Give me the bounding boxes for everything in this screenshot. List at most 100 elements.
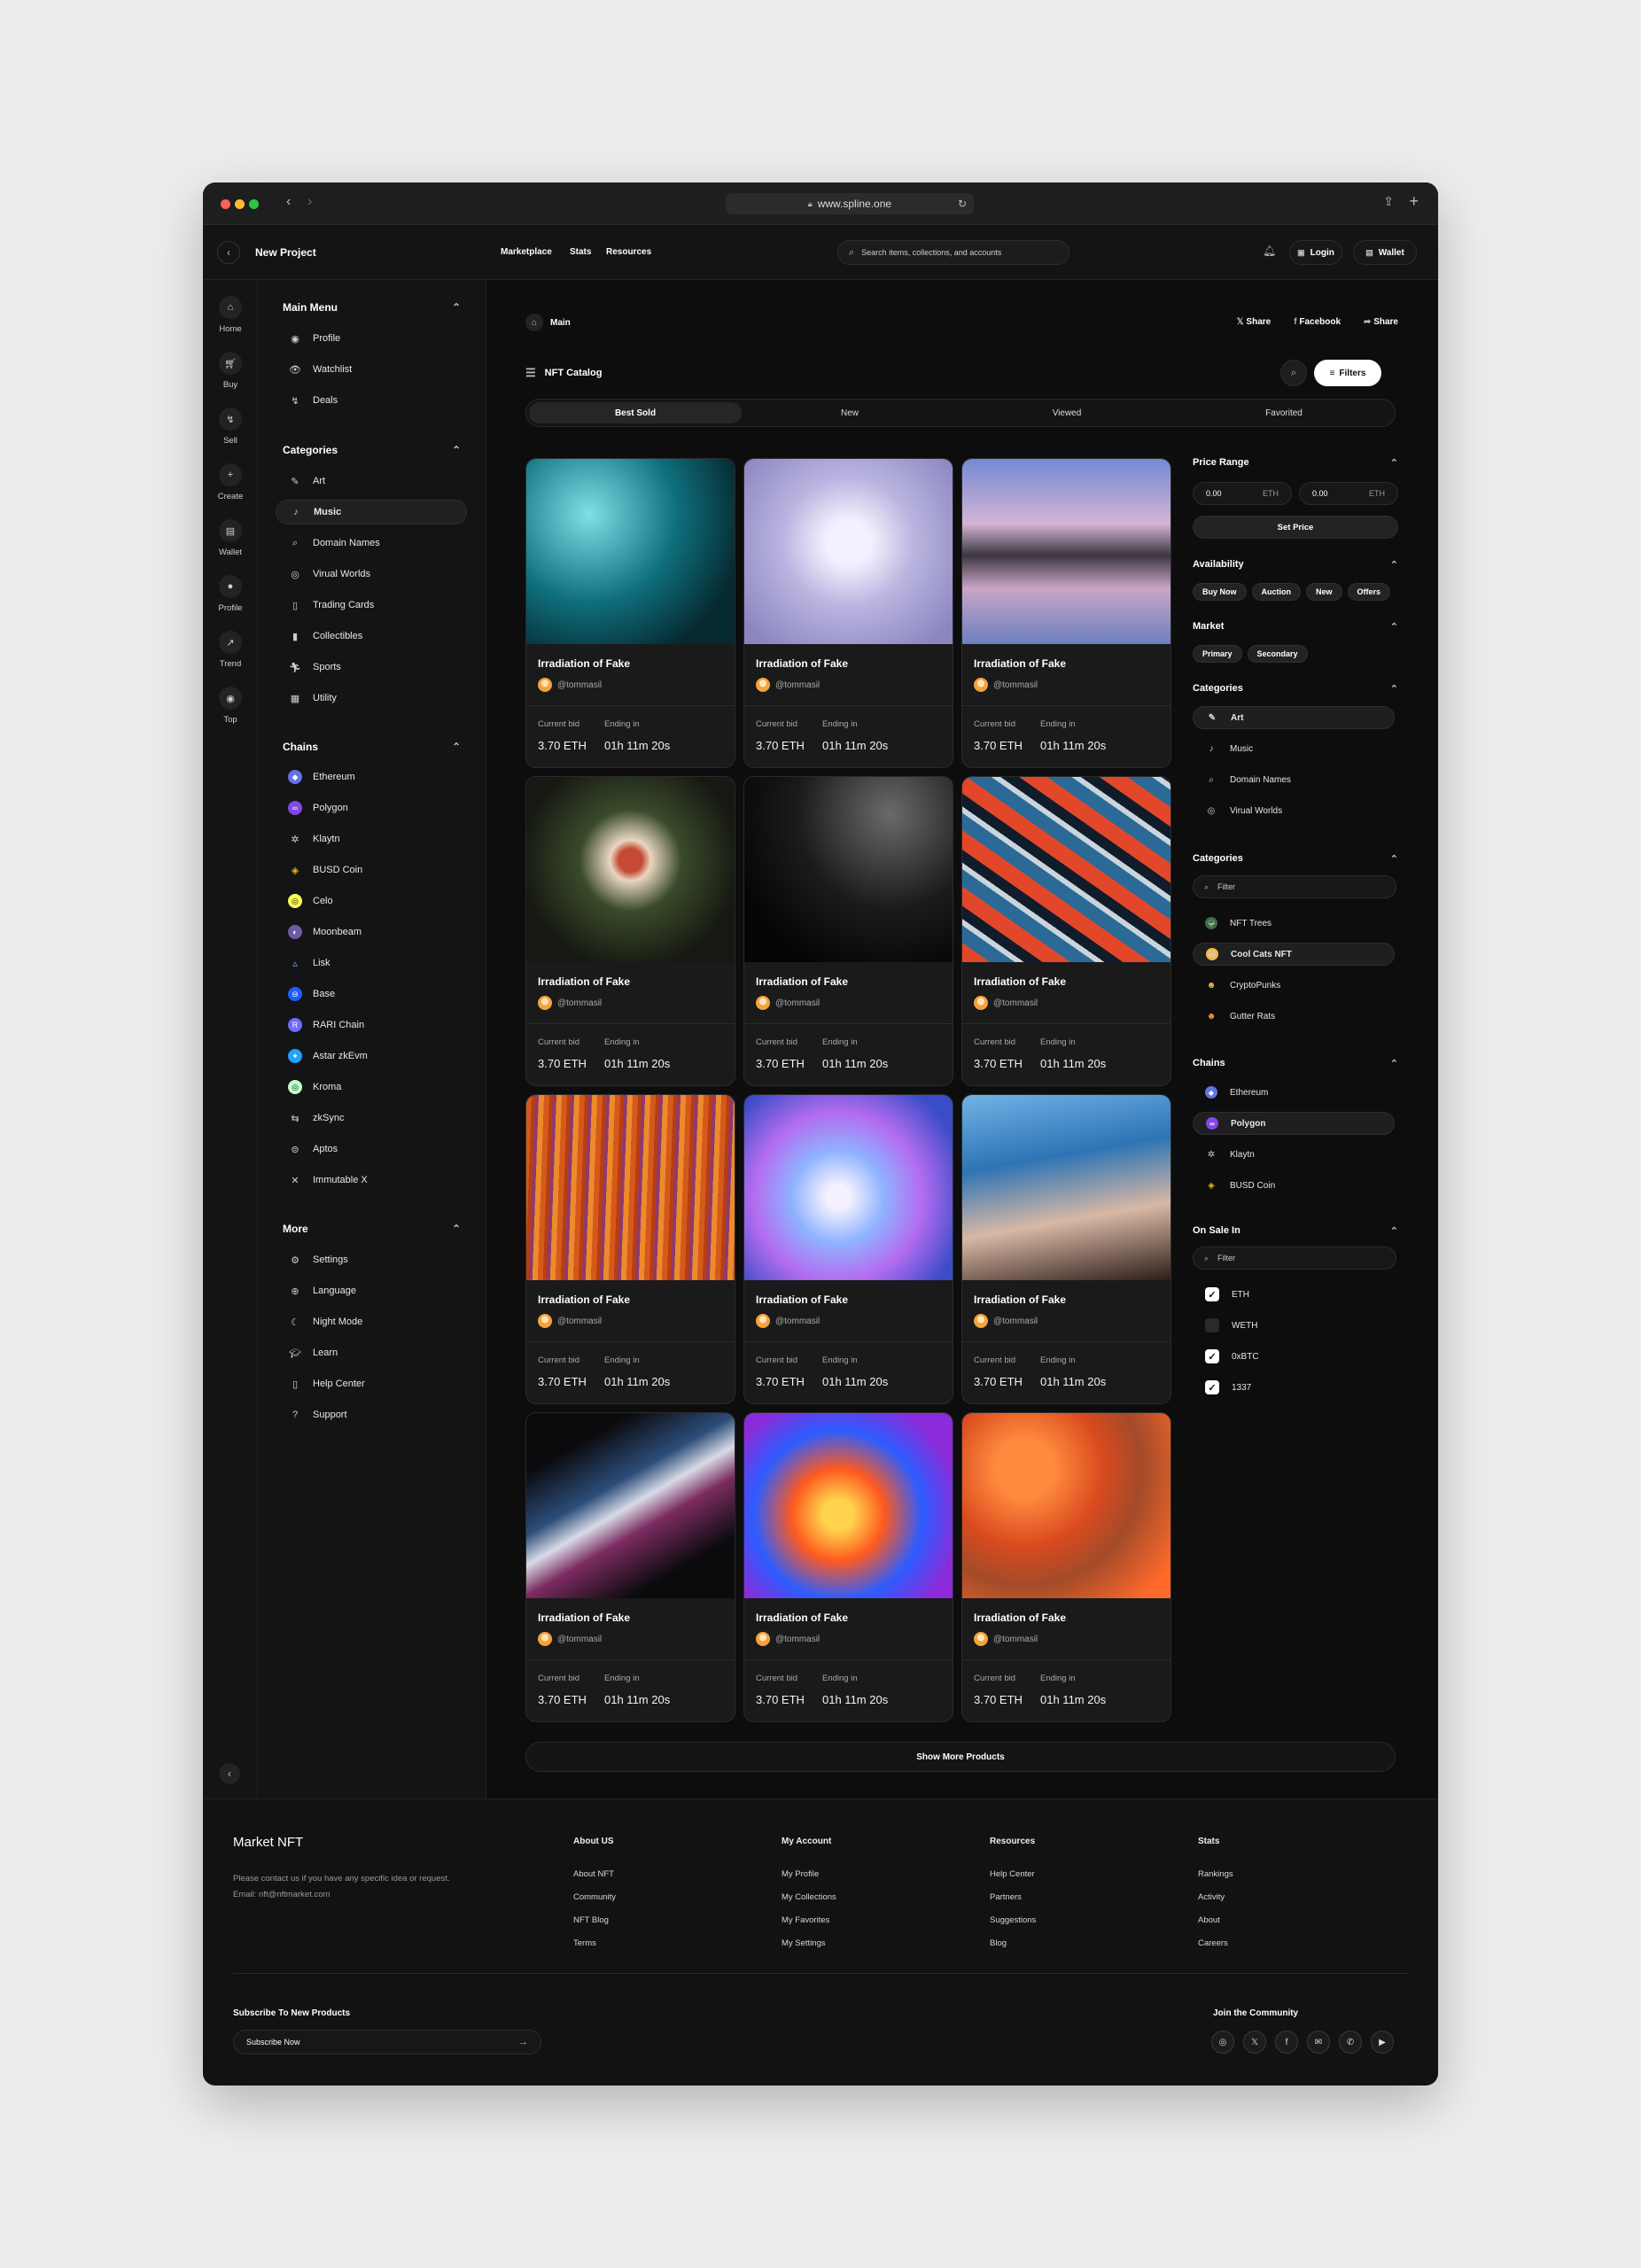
footer-link[interactable]: Blog	[990, 1938, 1036, 1948]
nft-card[interactable]: Irradiation of Fake @tommasil Current bid E…	[961, 1412, 1171, 1722]
more-header[interactable]: More ⌃	[283, 1223, 461, 1235]
filter-category-virtual-worlds[interactable]: ◎ Virual Worlds	[1193, 799, 1395, 822]
sidebar-item-language[interactable]: ⊕ Language	[276, 1278, 467, 1303]
footer-link[interactable]: Partners	[990, 1892, 1036, 1902]
nft-creator[interactable]: @tommasil	[756, 1314, 820, 1328]
nft-artwork-image[interactable]	[526, 1095, 735, 1280]
collection-cryptopunks[interactable]: ☻ CryptoPunks	[1193, 974, 1395, 997]
nft-card[interactable]: Irradiation of Fake @tommasil Current bid E…	[743, 458, 953, 768]
nft-artwork-image[interactable]	[962, 1095, 1170, 1280]
nft-artwork-image[interactable]	[526, 459, 735, 644]
share-sheet-icon[interactable]: ⇪	[1383, 194, 1394, 209]
sidebar-chain-rari[interactable]: R RARI Chain	[276, 1013, 467, 1037]
nft-card[interactable]: Irradiation of Fake @tommasil Current bid E…	[961, 1094, 1171, 1404]
sidebar-item-collectibles[interactable]: ▮ Collectibles	[276, 624, 467, 649]
footer-link[interactable]: Careers	[1198, 1938, 1233, 1948]
nft-card[interactable]: Irradiation of Fake @tommasil Current bid E…	[525, 458, 735, 768]
nft-title[interactable]: Irradiation of Fake	[538, 1612, 630, 1624]
nft-card[interactable]: Irradiation of Fake @tommasil Current bid E…	[525, 1094, 735, 1404]
filter-chain-polygon[interactable]: ∞ Polygon	[1193, 1112, 1395, 1135]
collapse-back-icon[interactable]: ‹	[217, 241, 240, 264]
nft-creator[interactable]: @tommasil	[974, 996, 1038, 1010]
sidebar-chain-polygon[interactable]: ∞ Polygon	[276, 796, 467, 820]
sidebar-item-support[interactable]: ? Support	[276, 1402, 467, 1427]
breadcrumb[interactable]: ⌂ Main	[525, 314, 571, 331]
chip-buy-now[interactable]: Buy Now	[1193, 583, 1247, 601]
collapse-sidebar-icon[interactable]: ‹	[219, 1763, 240, 1784]
sidebar-item-deals[interactable]: ↯ Deals	[276, 388, 467, 413]
show-more-button[interactable]: Show More Products	[525, 1742, 1396, 1772]
nft-creator[interactable]: @tommasil	[756, 996, 820, 1010]
filter-chain-ethereum[interactable]: ◆ Ethereum	[1193, 1081, 1395, 1104]
footer-link[interactable]: My Favorites	[782, 1915, 836, 1925]
nft-artwork-image[interactable]	[962, 459, 1170, 644]
sidebar-chain-lisk[interactable]: ▵ Lisk	[276, 951, 467, 975]
sidebar-item-utility[interactable]: ▦ Utility	[276, 686, 467, 711]
nft-card[interactable]: Irradiation of Fake @tommasil Current bid E…	[525, 1412, 735, 1722]
nft-title[interactable]: Irradiation of Fake	[974, 657, 1066, 670]
sidebar-chain-ethereum[interactable]: ◆ Ethereum	[276, 765, 467, 789]
filter-collections-header[interactable]: Categories ⌃	[1193, 853, 1398, 865]
sidebar-chain-immutable[interactable]: ✕ Immutable X	[276, 1168, 467, 1192]
nft-artwork-image[interactable]	[526, 1413, 735, 1598]
nft-creator[interactable]: @tommasil	[974, 678, 1038, 692]
nft-creator[interactable]: @tommasil	[756, 678, 820, 692]
nft-title[interactable]: Irradiation of Fake	[974, 975, 1066, 988]
filter-category-music[interactable]: ♪ Music	[1193, 737, 1395, 760]
nft-artwork-image[interactable]	[744, 459, 953, 644]
nav-marketplace[interactable]: Marketplace	[501, 247, 552, 257]
checkbox-checked[interactable]: ✓	[1205, 1287, 1219, 1301]
footer-link[interactable]: Help Center	[990, 1869, 1036, 1879]
nft-title[interactable]: Irradiation of Fake	[756, 1293, 848, 1306]
nft-card[interactable]: Irradiation of Fake @tommasil Current bid E…	[961, 776, 1171, 1086]
collection-filter-input[interactable]: ⌕ Filter	[1193, 875, 1396, 898]
on-sale-weth[interactable]: WETH	[1193, 1314, 1395, 1337]
sidebar-chain-kroma[interactable]: ◎ Kroma	[276, 1075, 467, 1099]
close-window-dot[interactable]	[221, 199, 230, 209]
chip-primary[interactable]: Primary	[1193, 645, 1242, 663]
categories-header[interactable]: Categories ⌃	[283, 444, 461, 456]
price-max-input[interactable]: 0.00 ETH	[1299, 482, 1398, 505]
bell-icon[interactable]: 🔔︎	[1263, 245, 1276, 257]
nft-artwork-image[interactable]	[744, 1095, 953, 1280]
footer-link[interactable]: Rankings	[1198, 1869, 1233, 1879]
nft-artwork-image[interactable]	[744, 1413, 953, 1598]
nft-title[interactable]: Irradiation of Fake	[974, 1293, 1066, 1306]
facebook-icon[interactable]: f	[1275, 2031, 1298, 2054]
on-sale-1337[interactable]: ✓ 1337	[1193, 1376, 1395, 1399]
rail-create[interactable]: + Create	[203, 463, 258, 501]
footer-link[interactable]: NFT Blog	[573, 1915, 616, 1925]
forward-arrow-icon[interactable]: ›	[307, 194, 312, 210]
filter-category-domain-names[interactable]: ⌕ Domain Names	[1193, 768, 1395, 791]
filter-category-art[interactable]: ✎ Art	[1193, 706, 1395, 729]
availability-header[interactable]: Availability ⌃	[1193, 559, 1398, 571]
sidebar-chain-klaytn[interactable]: ✲ Klaytn	[276, 827, 467, 851]
nft-artwork-image[interactable]	[962, 777, 1170, 962]
sidebar-item-sports[interactable]: 🏃︎ Sports	[276, 655, 467, 680]
sidebar-item-learn[interactable]: 🎓︎ Learn	[276, 1340, 467, 1365]
nav-resources[interactable]: Resources	[606, 247, 651, 257]
rail-profile[interactable]: ● Profile	[203, 575, 258, 613]
minimize-window-dot[interactable]	[235, 199, 245, 209]
sidebar-item-settings[interactable]: ⚙ Settings	[276, 1247, 467, 1272]
chip-new[interactable]: New	[1306, 583, 1342, 601]
footer-link[interactable]: About	[1198, 1915, 1233, 1925]
on-sale-0xbtc[interactable]: ✓ 0xBTC	[1193, 1345, 1395, 1368]
main-menu-header[interactable]: Main Menu ⌃	[283, 301, 461, 314]
footer-link[interactable]: About NFT	[573, 1869, 616, 1879]
nft-creator[interactable]: @tommasil	[538, 1632, 602, 1646]
checkbox-unchecked[interactable]	[1205, 1318, 1219, 1332]
filter-categories-header[interactable]: Categories ⌃	[1193, 683, 1398, 695]
mail-icon[interactable]: ✉	[1307, 2031, 1330, 2054]
nft-creator[interactable]: @tommasil	[974, 1314, 1038, 1328]
collection-nft-trees[interactable]: 🌳︎ NFT Trees	[1193, 912, 1395, 935]
nft-title[interactable]: Irradiation of Fake	[538, 975, 630, 988]
on-sale-filter-input[interactable]: ⌕ Filter	[1193, 1247, 1396, 1270]
nft-title[interactable]: Irradiation of Fake	[538, 657, 630, 670]
set-price-button[interactable]: Set Price	[1193, 516, 1398, 539]
sidebar-chain-base[interactable]: ⊖ Base	[276, 982, 467, 1006]
sidebar-item-virtual-worlds[interactable]: ◎ Virual Worlds	[276, 562, 467, 586]
footer-link[interactable]: Suggestions	[990, 1915, 1036, 1925]
rail-buy[interactable]: 🛒︎ Buy	[203, 352, 258, 390]
sidebar-item-help-center[interactable]: ▯ Help Center	[276, 1371, 467, 1396]
